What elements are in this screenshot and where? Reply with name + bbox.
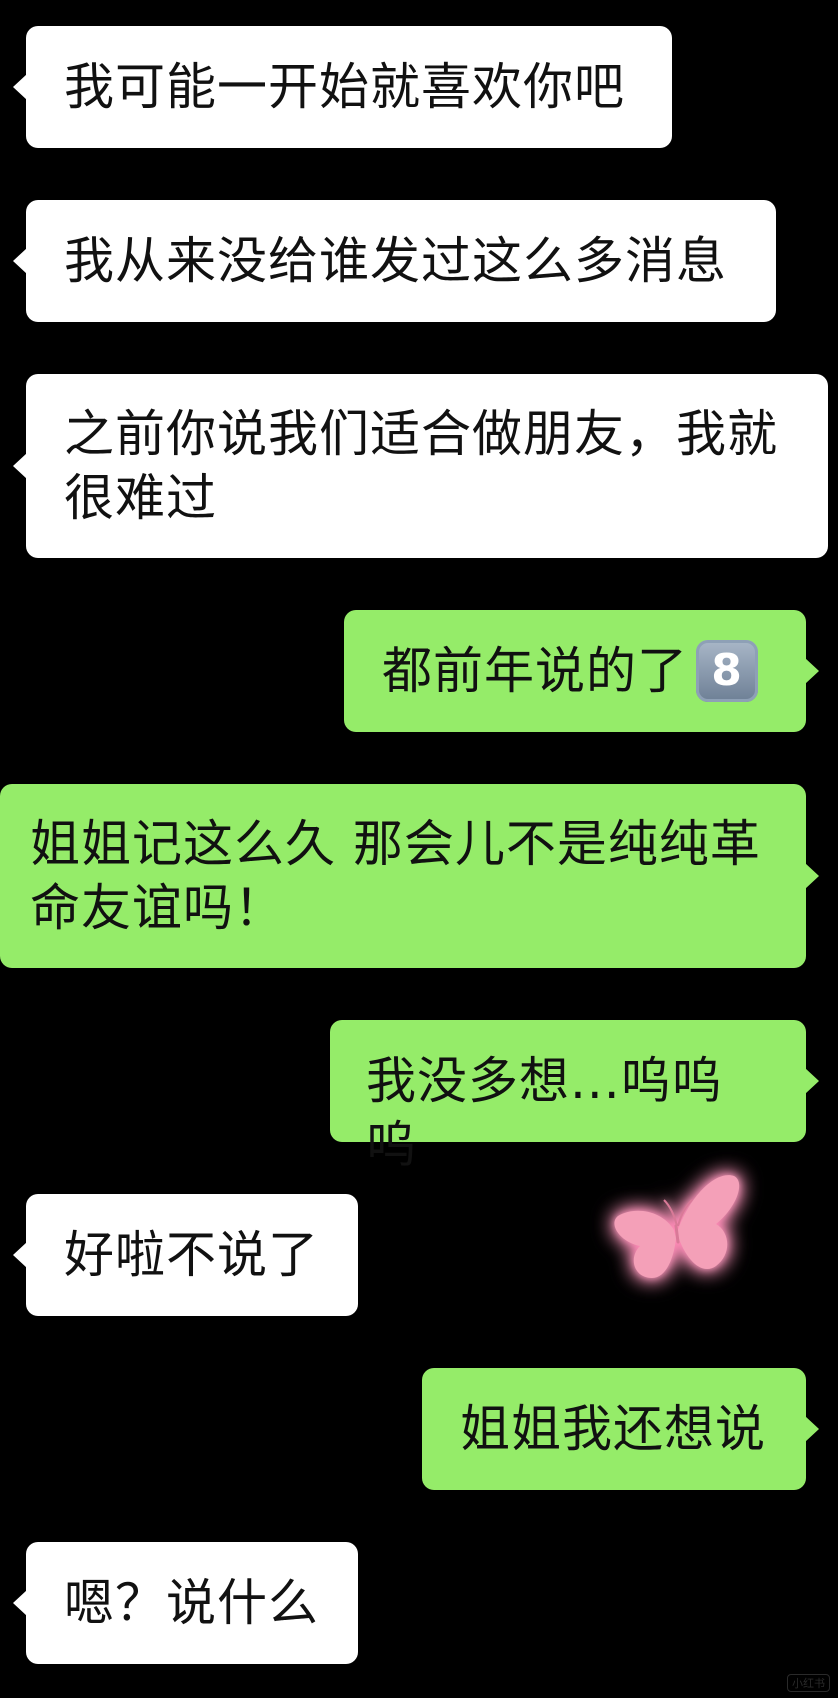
message-text: 我可能一开始就喜欢你吧 xyxy=(64,58,625,116)
message-text: 姐姐记这么久 那会儿不是纯纯革命友谊吗！ xyxy=(30,815,761,937)
message-text: 嗯？说什么 xyxy=(64,1574,319,1632)
watermark: 小红书 xyxy=(787,1674,830,1692)
message-text: 我从来没给谁发过这么多消息 xyxy=(64,232,727,290)
message-bubble-incoming[interactable]: 我可能一开始就喜欢你吧 xyxy=(13,26,672,148)
message-text: 都前年说的了 xyxy=(382,642,688,700)
message-bubble-incoming[interactable]: 嗯？说什么 xyxy=(13,1542,358,1664)
message-bubble-incoming[interactable]: 好啦不说了 xyxy=(13,1194,358,1316)
butterfly-icon xyxy=(614,1175,740,1278)
message-text: 我没多想...呜呜呜 xyxy=(366,1052,723,1174)
message-bubble-outgoing[interactable]: 都前年说的了 8 xyxy=(344,610,819,732)
message-bubble-outgoing[interactable]: 姐姐记这么久 那会儿不是纯纯革命友谊吗！ xyxy=(0,784,819,968)
message-text: 姐姐我还想说 xyxy=(460,1400,766,1458)
keycap-eight-emoji-icon: 8 xyxy=(696,639,758,702)
message-text: 好啦不说了 xyxy=(64,1226,319,1284)
message-bubble-outgoing[interactable]: 姐姐我还想说 xyxy=(422,1368,819,1490)
chat-thread: 我可能一开始就喜欢你吧 我从来没给谁发过这么多消息 之前你说我们适合做朋友，我就… xyxy=(0,0,838,1698)
message-text: 之前你说我们适合做朋友，我就很难过 xyxy=(64,405,778,527)
message-bubble-incoming[interactable]: 我从来没给谁发过这么多消息 xyxy=(13,200,776,322)
message-bubble-incoming[interactable]: 之前你说我们适合做朋友，我就很难过 xyxy=(13,374,828,558)
message-bubble-outgoing[interactable]: 我没多想...呜呜呜 xyxy=(330,1020,819,1174)
